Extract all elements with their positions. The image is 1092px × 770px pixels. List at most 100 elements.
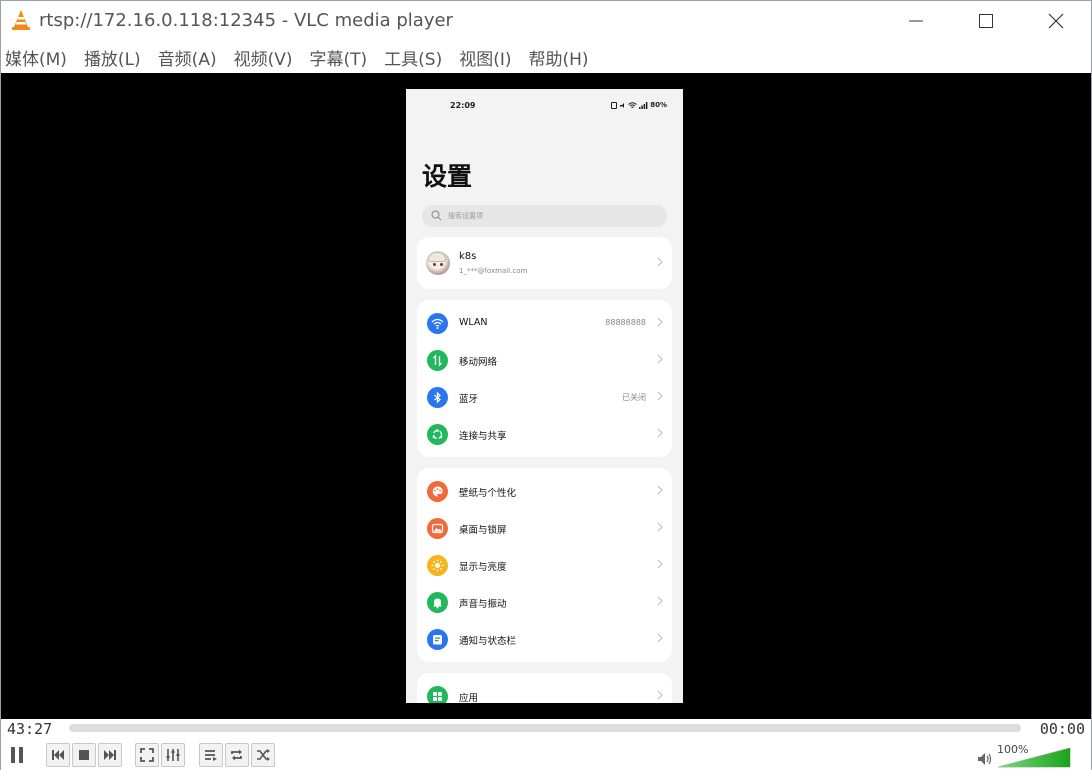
account-name: k8s: [459, 251, 477, 262]
total-time: 00:00: [1039, 720, 1085, 738]
chevron-right-icon: [657, 257, 663, 267]
close-icon: [1048, 13, 1064, 29]
search-input[interactable]: 搜索设置项: [422, 205, 667, 227]
avatar: [426, 251, 450, 275]
shuffle-button[interactable]: [251, 743, 275, 767]
extended-settings-button[interactable]: [161, 743, 185, 767]
signal-icon: [639, 101, 648, 109]
battery-text: 80%: [650, 101, 667, 109]
next-icon: [104, 750, 116, 760]
palette-icon: [427, 481, 448, 502]
settings-item-wlan[interactable]: WLAN 88888888: [417, 305, 672, 342]
chevron-right-icon: [657, 633, 663, 643]
equalizer-icon: [166, 749, 180, 761]
wifi-status-icon: [628, 101, 638, 108]
settings-item-notification-statusbar[interactable]: 通知与状态栏: [417, 621, 672, 658]
settings-item-sound-vibration[interactable]: 声音与振动: [417, 584, 672, 621]
settings-item-label: 通知与状态栏: [459, 636, 517, 647]
menu-tools[interactable]: 工具(S): [384, 43, 442, 71]
settings-item-label: 连接与共享: [459, 431, 507, 442]
settings-item-wallpaper[interactable]: 壁纸与个性化: [417, 473, 672, 510]
chevron-right-icon: [657, 596, 663, 606]
close-button[interactable]: [1021, 1, 1091, 41]
pause-icon: [11, 747, 23, 763]
volume-slider[interactable]: [997, 747, 1071, 768]
nfc-icon: [611, 101, 618, 109]
menu-subtitle[interactable]: 字幕(T): [310, 43, 368, 71]
settings-item-mobile-network[interactable]: 移动网络: [417, 342, 672, 379]
pause-button[interactable]: [4, 742, 30, 768]
elapsed-time: 43:27: [7, 720, 53, 738]
previous-button[interactable]: [46, 743, 70, 767]
settings-item-desktop-lockscreen[interactable]: 桌面与锁屏: [417, 510, 672, 547]
menu-help[interactable]: 帮助(H): [529, 43, 589, 71]
playlist-icon: [205, 750, 217, 761]
next-button[interactable]: [98, 743, 122, 767]
chevron-right-icon: [657, 354, 663, 364]
phone-screen: 22:09 80% 设置 搜索设置项 k8s 1_***@foxmail.com…: [406, 89, 683, 703]
settings-item-display-brightness[interactable]: 显示与亮度: [417, 547, 672, 584]
search-placeholder: 搜索设置项: [448, 212, 483, 220]
stop-icon: [79, 750, 89, 760]
volume-icon[interactable]: [977, 752, 993, 766]
settings-item-label: 移动网络: [459, 357, 498, 368]
wifi-icon: [427, 313, 448, 334]
page-title: 设置: [422, 162, 473, 191]
settings-item-bluetooth[interactable]: 蓝牙 已关闭: [417, 379, 672, 416]
apps-card: 应用: [417, 673, 672, 703]
menu-video[interactable]: 视频(V): [234, 43, 293, 71]
vlc-window: rtsp://172.16.0.118:12345 - VLC media pl…: [0, 0, 1092, 770]
image-icon: [427, 518, 448, 539]
settings-item-label: WLAN: [459, 317, 488, 328]
settings-item-label: 声音与振动: [459, 599, 507, 610]
settings-item-value: 88888888: [605, 318, 646, 327]
seek-slider[interactable]: [69, 724, 1021, 732]
video-area[interactable]: 22:09 80% 设置 搜索设置项 k8s 1_***@foxmail.com…: [1, 73, 1091, 719]
menu-playback[interactable]: 播放(L): [84, 43, 141, 71]
fullscreen-icon: [140, 748, 154, 762]
menu-media[interactable]: 媒体(M): [5, 43, 67, 71]
settings-item-label: 蓝牙: [459, 394, 479, 405]
status-time: 22:09: [450, 101, 476, 110]
window-title: rtsp://172.16.0.118:12345 - VLC media pl…: [39, 10, 453, 31]
previous-icon: [52, 750, 64, 760]
settings-item-label: 应用: [459, 693, 479, 703]
search-icon: [431, 210, 442, 221]
control-bar: 100%: [1, 739, 1091, 770]
account-email: 1_***@foxmail.com: [459, 267, 528, 275]
chevron-right-icon: [657, 522, 663, 532]
account-card[interactable]: k8s 1_***@foxmail.com: [417, 237, 672, 289]
playlist-button[interactable]: [199, 743, 223, 767]
settings-item-apps[interactable]: 应用: [417, 678, 672, 703]
personalization-card: 壁纸与个性化 桌面与锁屏 显示与亮度 声音与振动 通知与状态栏: [417, 468, 672, 662]
apps-icon: [427, 686, 448, 703]
notification-icon: [427, 629, 448, 650]
stop-button[interactable]: [72, 743, 96, 767]
maximize-icon: [979, 14, 993, 28]
share-icon: [427, 424, 448, 445]
bell-icon: [427, 592, 448, 613]
loop-icon: [231, 749, 242, 761]
menu-view[interactable]: 视图(I): [459, 43, 511, 71]
minimize-button[interactable]: [881, 1, 951, 41]
bluetooth-icon: [427, 387, 448, 408]
chevron-right-icon: [657, 485, 663, 495]
settings-item-label: 显示与亮度: [459, 562, 507, 573]
chevron-right-icon: [657, 690, 663, 700]
sun-icon: [427, 555, 448, 576]
menu-bar: 媒体(M) 播放(L) 音频(A) 视频(V) 字幕(T) 工具(S) 视图(I…: [1, 43, 1091, 71]
maximize-button[interactable]: [951, 1, 1021, 41]
chevron-right-icon: [657, 559, 663, 569]
settings-item-connection-sharing[interactable]: 连接与共享: [417, 416, 672, 453]
mobile-data-icon: [427, 350, 448, 371]
chevron-right-icon: [657, 391, 663, 401]
chevron-right-icon: [657, 317, 663, 327]
menu-audio[interactable]: 音频(A): [158, 43, 217, 71]
title-bar: rtsp://172.16.0.118:12345 - VLC media pl…: [1, 1, 1091, 41]
loop-button[interactable]: [225, 743, 249, 767]
minimize-icon: [909, 20, 923, 22]
fullscreen-button[interactable]: [135, 743, 159, 767]
mute-icon: [620, 102, 625, 108]
settings-item-value: 已关闭: [622, 393, 646, 402]
vlc-cone-icon: [12, 10, 30, 30]
